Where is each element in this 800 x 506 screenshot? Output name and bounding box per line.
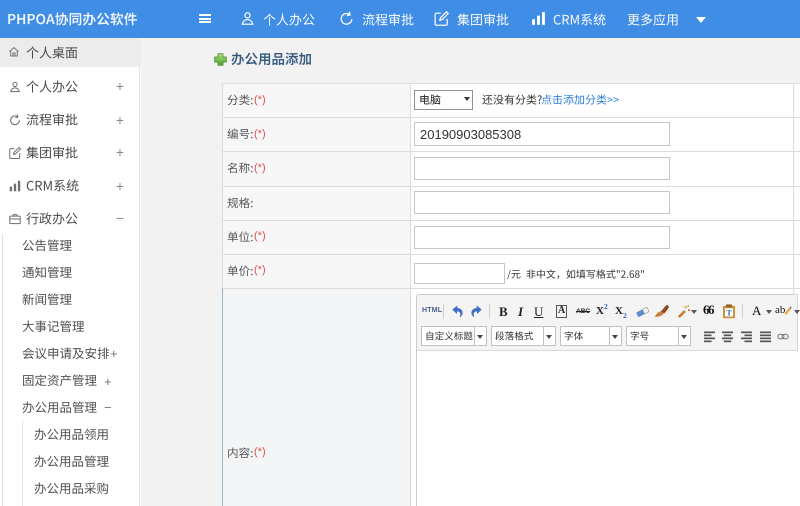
svg-text:ab: ab	[775, 304, 786, 316]
svg-text:T: T	[726, 309, 732, 318]
